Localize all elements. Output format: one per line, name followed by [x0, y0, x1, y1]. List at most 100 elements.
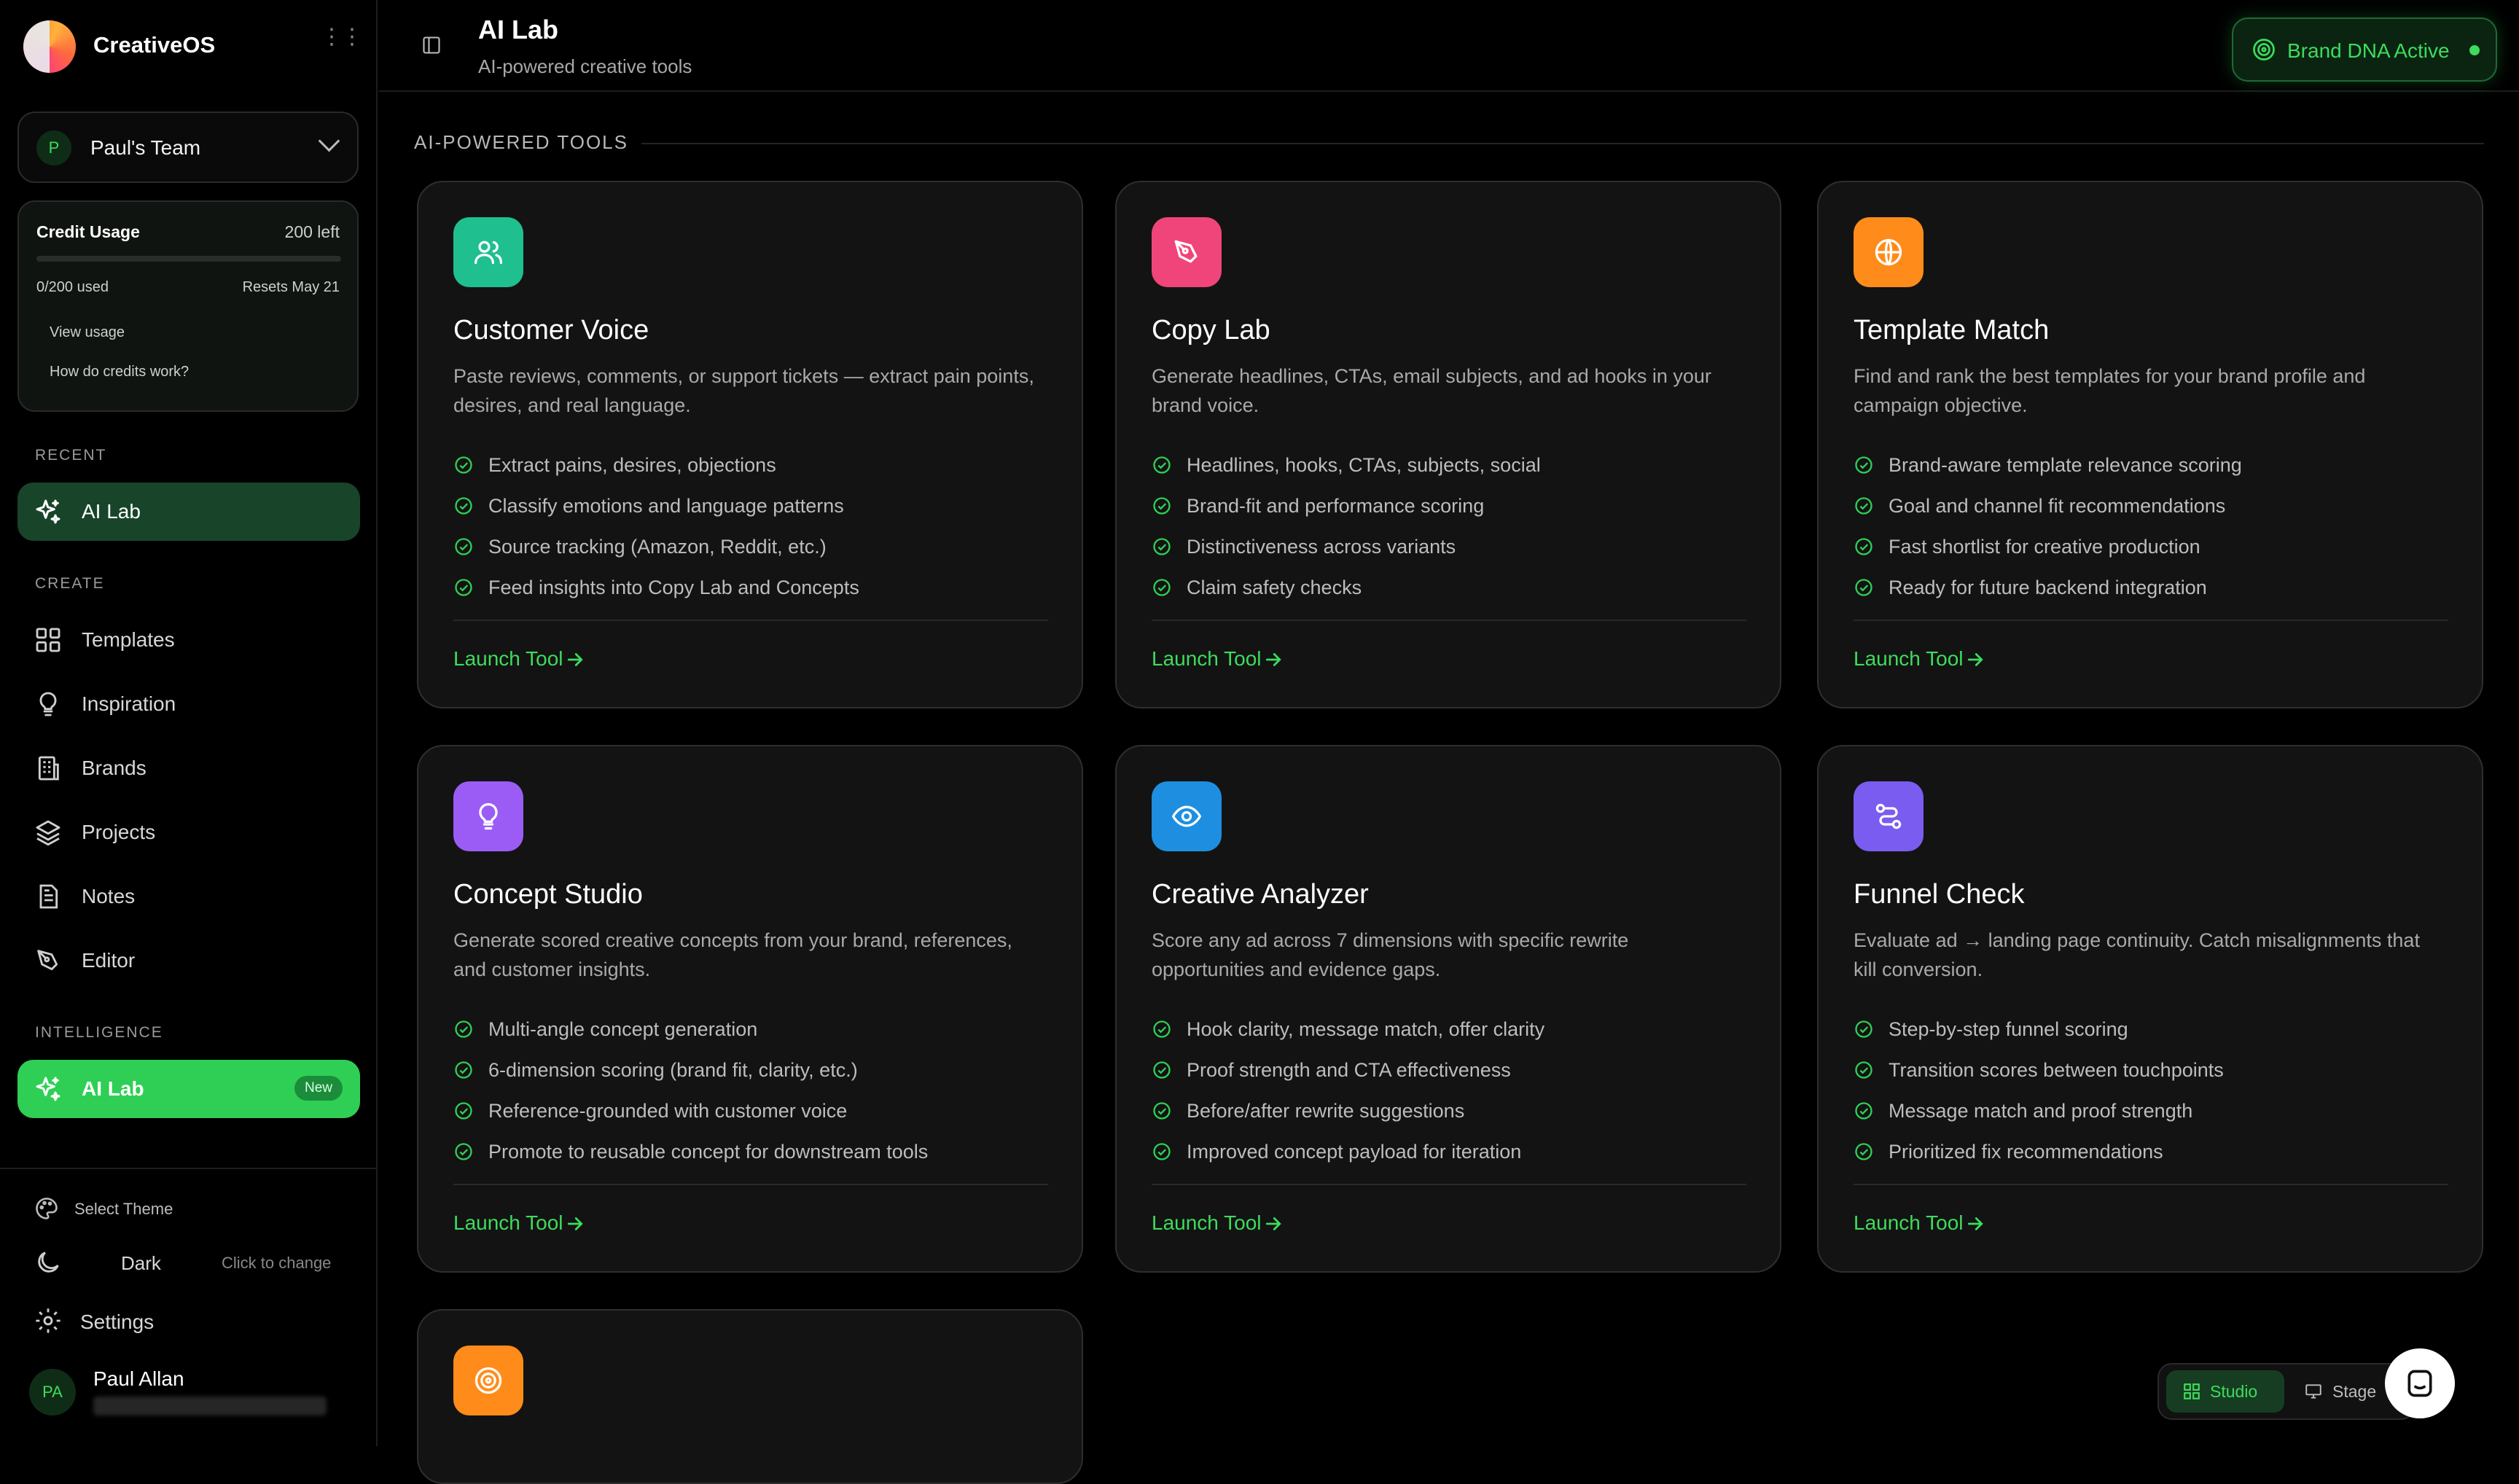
feature-item: Improved concept payload for iteration: [1152, 1131, 1544, 1172]
sidebar-item-label: AI Lab: [82, 1077, 144, 1100]
status-dot: [2469, 45, 2480, 55]
divider: [1152, 1184, 1746, 1185]
theme-hint: Click to change: [222, 1254, 332, 1272]
feature-item: Hook clarity, message match, offer clari…: [1152, 1009, 1544, 1050]
check-circle-icon: [455, 1020, 472, 1038]
feature-text: Prioritized fix recommendations: [1889, 1141, 2163, 1163]
launch-tool-link[interactable]: Launch Tool: [1854, 647, 1964, 671]
feature-text: Before/after rewrite suggestions: [1187, 1100, 1465, 1122]
tool-card[interactable]: [417, 1309, 1083, 1484]
feature-item: Source tracking (Amazon, Reddit, etc.): [453, 526, 859, 567]
feature-item: Ready for future backend integration: [1854, 567, 2242, 608]
team-selector[interactable]: P Paul's Team: [17, 112, 359, 183]
feature-list: Multi-angle concept generation 6-dimensi…: [453, 1009, 928, 1172]
feature-text: Hook clarity, message match, offer clari…: [1187, 1018, 1545, 1040]
check-circle-icon: [455, 1143, 472, 1160]
tool-description: Generate scored creative concepts from y…: [453, 929, 1012, 980]
tool-card[interactable]: Concept Studio Generate scored creative …: [417, 745, 1083, 1273]
launch-tool-link[interactable]: Launch Tool: [453, 647, 563, 671]
launch-tool-link[interactable]: Launch Tool: [1854, 1211, 1964, 1235]
divider: [641, 143, 2484, 144]
chat-button[interactable]: [2385, 1348, 2455, 1418]
launch-tool-link[interactable]: Launch Tool: [1152, 647, 1262, 671]
launch-tool-link[interactable]: Launch Tool: [453, 1211, 563, 1235]
sidebar-item-label: AI Lab: [82, 500, 141, 523]
brand-dna-button[interactable]: Brand DNA Active: [2232, 17, 2497, 82]
check-circle-icon: [1153, 1143, 1171, 1160]
feature-text: Reference-grounded with customer voice: [488, 1100, 848, 1122]
tool-description: Paste reviews, comments, or support tick…: [453, 365, 1034, 416]
check-circle-icon: [1153, 579, 1171, 596]
layers-icon: [36, 820, 60, 846]
sidebar-item-ai-lab[interactable]: AI Lab New: [17, 1060, 360, 1118]
tool-card[interactable]: Funnel Check Evaluate ad → landing page …: [1817, 745, 2483, 1273]
sidebar-item-recent-ai-lab[interactable]: AI Lab: [17, 483, 360, 541]
view-usage-link[interactable]: View usage: [50, 324, 125, 341]
grid-dots-icon[interactable]: ⋮⋮: [321, 26, 363, 48]
feature-item: Headlines, hooks, CTAs, subjects, social: [1152, 445, 1541, 485]
sidebar-item-editor[interactable]: Editor: [17, 932, 360, 990]
tool-description: Find and rank the best templates for you…: [1854, 365, 2366, 416]
sidebar-item-inspiration[interactable]: Inspiration: [17, 675, 360, 733]
check-circle-icon: [1855, 456, 1872, 474]
tool-card[interactable]: Copy Lab Generate headlines, CTAs, email…: [1115, 181, 1781, 708]
credits-help-link[interactable]: How do credits work?: [50, 364, 189, 380]
globe-icon: [1875, 238, 1902, 266]
tool-title: Concept Studio: [453, 879, 643, 910]
check-circle-icon: [1855, 497, 1872, 515]
page-title: AI Lab: [478, 15, 559, 44]
tool-icon-tile: [1152, 781, 1222, 851]
check-circle-icon: [1153, 538, 1171, 555]
settings-link[interactable]: Settings: [80, 1311, 154, 1334]
avatar[interactable]: PA: [29, 1369, 76, 1415]
tool-card[interactable]: Template Match Find and rank the best te…: [1817, 181, 2483, 708]
eye-icon: [1172, 805, 1201, 827]
pen-nib-icon: [1174, 240, 1198, 263]
credit-progress-bar: [36, 256, 341, 262]
feature-list: Headlines, hooks, CTAs, subjects, social…: [1152, 445, 1541, 608]
user-email-redacted: [93, 1397, 327, 1415]
arrow-right-icon: [1967, 653, 1983, 666]
feature-item: Goal and channel fit recommendations: [1854, 485, 2242, 526]
studio-mode-button[interactable]: Studio: [2166, 1370, 2284, 1413]
lightbulb-icon: [479, 802, 498, 830]
sidebar-item-templates[interactable]: Templates: [17, 611, 360, 669]
tool-card[interactable]: Customer Voice Paste reviews, comments, …: [417, 181, 1083, 708]
feature-item: Promote to reusable concept for downstre…: [453, 1131, 928, 1172]
sidebar-item-brands[interactable]: Brands: [17, 739, 360, 797]
tool-icon-tile: [1854, 781, 1924, 851]
new-badge: New: [294, 1076, 343, 1101]
feature-text: Headlines, hooks, CTAs, subjects, social: [1187, 454, 1541, 476]
sidebar-toggle-icon[interactable]: [421, 35, 442, 55]
monitor-icon: [2305, 1384, 2321, 1399]
gear-icon: [36, 1308, 60, 1333]
lightbulb-icon: [39, 692, 57, 716]
sidebar-item-label: Brands: [82, 757, 147, 779]
team-avatar: P: [36, 130, 71, 165]
check-circle-icon: [1153, 497, 1171, 515]
divider: [0, 1168, 376, 1169]
section-heading: AI-POWERED TOOLS: [414, 131, 628, 153]
grid-icon: [36, 628, 60, 652]
pen-tool-icon: [37, 950, 58, 971]
check-circle-icon: [455, 1061, 472, 1079]
divider: [1854, 1184, 2448, 1185]
feature-item: 6-dimension scoring (brand fit, clarity,…: [453, 1050, 928, 1090]
feature-item: Step-by-step funnel scoring: [1854, 1009, 2224, 1050]
feature-text: Proof strength and CTA effectiveness: [1187, 1059, 1511, 1081]
check-circle-icon: [1855, 1061, 1872, 1079]
feature-item: Fast shortlist for creative production: [1854, 526, 2242, 567]
document-icon: [39, 884, 58, 909]
sidebar-item-notes[interactable]: Notes: [17, 867, 360, 926]
tool-card[interactable]: Creative Analyzer Score any ad across 7 …: [1115, 745, 1781, 1273]
tool-icon-tile: [453, 217, 523, 287]
theme-toggle[interactable]: Dark: [121, 1252, 161, 1275]
arrow-right-icon: [1265, 1217, 1281, 1230]
app-logo[interactable]: [23, 20, 76, 73]
launch-tool-link[interactable]: Launch Tool: [1152, 1211, 1262, 1235]
tool-title: Creative Analyzer: [1152, 879, 1369, 910]
brand-dna-label: Brand DNA Active: [2287, 39, 2450, 62]
select-theme-label: Select Theme: [74, 1200, 173, 1218]
sidebar-item-projects[interactable]: Projects: [17, 803, 360, 862]
tool-icon-tile: [1152, 217, 1222, 287]
